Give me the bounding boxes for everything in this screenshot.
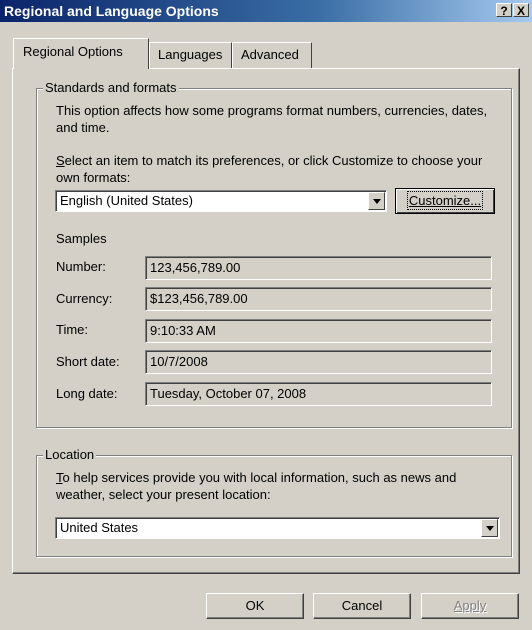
customize-button-label: Customize... bbox=[406, 191, 484, 210]
help-button[interactable]: ? bbox=[496, 3, 512, 18]
window-title: Regional and Language Options bbox=[4, 3, 219, 19]
chevron-down-icon[interactable] bbox=[481, 519, 498, 537]
location-select[interactable]: United States bbox=[55, 517, 500, 539]
sample-value-long-date: Tuesday, October 07, 2008 bbox=[145, 382, 492, 406]
samples-label: Samples bbox=[56, 231, 107, 246]
title-bar: Regional and Language Options ? X bbox=[0, 0, 532, 22]
cancel-button[interactable]: Cancel bbox=[313, 593, 411, 619]
tab-label: Advanced bbox=[241, 47, 299, 62]
ok-button[interactable]: OK bbox=[206, 593, 304, 619]
apply-button[interactable]: Apply bbox=[421, 593, 519, 619]
sample-value-text: $123,456,789.00 bbox=[150, 291, 248, 306]
chevron-down-icon[interactable] bbox=[368, 192, 385, 210]
tab-languages[interactable]: Languages bbox=[149, 42, 232, 68]
tab-regional-options[interactable]: Regional Options bbox=[13, 38, 149, 69]
sample-label-number: Number: bbox=[56, 259, 106, 274]
select-prompt: Select an item to match its preferences,… bbox=[56, 152, 496, 186]
tab-advanced[interactable]: Advanced bbox=[232, 42, 312, 68]
customize-button[interactable]: Customize... bbox=[395, 188, 495, 214]
tab-label: Languages bbox=[158, 47, 223, 62]
standards-description: This option affects how some programs fo… bbox=[56, 103, 488, 135]
location-description-text: o help services provide you with local i… bbox=[56, 470, 457, 502]
sample-value-text: 123,456,789.00 bbox=[150, 260, 241, 275]
sample-label-time: Time: bbox=[56, 322, 89, 337]
tab-label: Regional Options bbox=[23, 44, 123, 59]
sample-value-currency: $123,456,789.00 bbox=[145, 287, 492, 311]
sample-label-currency: Currency: bbox=[56, 291, 113, 306]
location-description: To help services provide you with local … bbox=[56, 469, 500, 503]
sample-label-short-date: Short date: bbox=[56, 354, 120, 369]
sample-value-number: 123,456,789.00 bbox=[145, 256, 492, 280]
sample-value-text: 10/7/2008 bbox=[150, 354, 208, 369]
format-select[interactable]: English (United States) bbox=[55, 190, 387, 212]
format-select-value: English (United States) bbox=[60, 193, 193, 208]
sample-value-time: 9:10:33 AM bbox=[145, 319, 492, 343]
location-group-label: Location bbox=[43, 447, 97, 462]
sample-label-long-date: Long date: bbox=[56, 386, 118, 401]
standards-group-label: Standards and formats bbox=[43, 80, 179, 95]
select-prompt-hotkey: S bbox=[56, 153, 65, 168]
close-button[interactable]: X bbox=[513, 3, 529, 18]
select-prompt-text: elect an item to match its preferences, … bbox=[56, 153, 483, 185]
location-select-value: United States bbox=[60, 520, 139, 535]
apply-button-label: Apply bbox=[453, 598, 487, 613]
sample-value-text: 9:10:33 AM bbox=[150, 323, 216, 338]
sample-value-text: Tuesday, October 07, 2008 bbox=[150, 386, 307, 401]
sample-value-short-date: 10/7/2008 bbox=[145, 350, 492, 374]
